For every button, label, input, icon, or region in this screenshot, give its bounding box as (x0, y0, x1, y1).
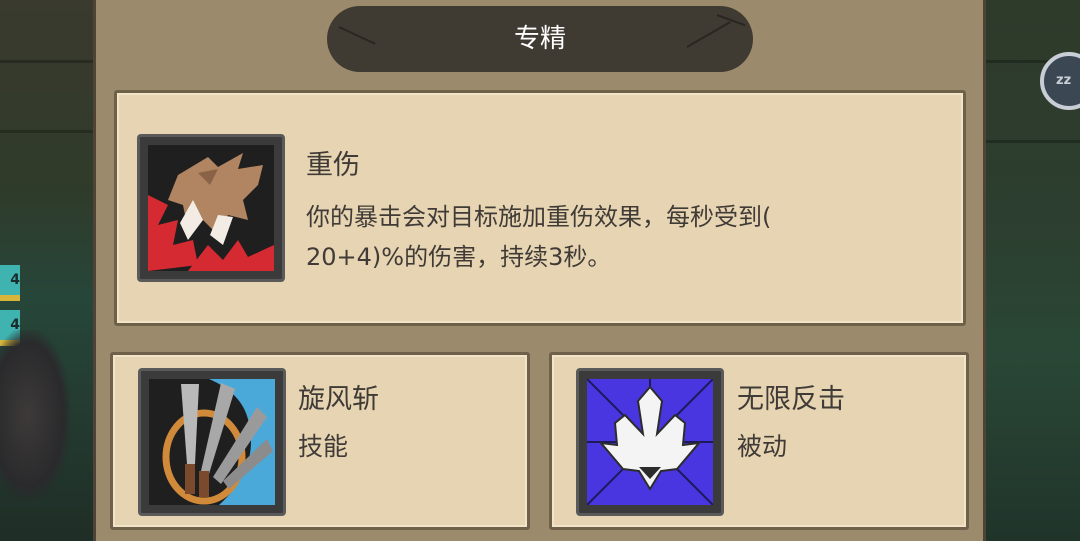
counter-crown-icon (576, 368, 724, 516)
brick-line (985, 140, 1080, 143)
main-skill-card[interactable]: 重伤 你的暴击会对目标施加重伤效果，每秒受到( 20+4)%的伤害，持续3秒。 (114, 90, 966, 326)
main-skill-name: 重伤 (306, 150, 360, 181)
main-skill-description-line1: 你的暴击会对目标施加重伤效果，每秒受到( (306, 203, 772, 231)
unit-level-strip: 4 (0, 265, 20, 301)
crack-decoration (686, 21, 731, 48)
skill-name: 无限反击 (737, 384, 845, 415)
wolf-claw-bleed-icon (137, 134, 285, 282)
brick-line (0, 60, 95, 63)
panel-title: 专精 (513, 24, 566, 54)
skill-name: 旋风斩 (298, 384, 379, 415)
hero-character (0, 330, 70, 500)
skill-type: 被动 (737, 432, 788, 461)
crack-decoration (716, 14, 746, 27)
skill-type: 技能 (298, 432, 349, 461)
skill-card-whirlwind[interactable]: 旋风斩 技能 (110, 352, 530, 530)
brick-line (0, 130, 95, 133)
skill-card-infinite-counter[interactable]: 无限反击 被动 (549, 352, 969, 530)
crack-decoration (338, 26, 376, 45)
panel-title-bar: 专精 (327, 6, 753, 72)
whirlwind-blades-icon (138, 368, 286, 516)
main-skill-description-line2: 20+4)%的伤害，持续3秒。 (306, 243, 612, 271)
